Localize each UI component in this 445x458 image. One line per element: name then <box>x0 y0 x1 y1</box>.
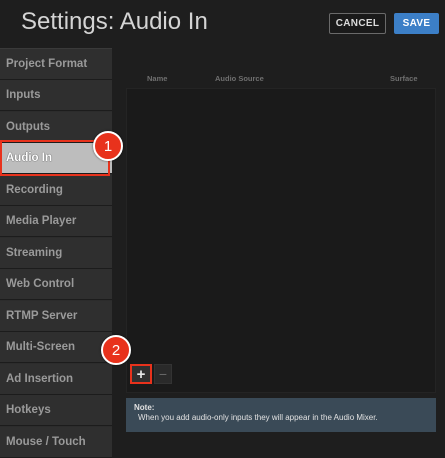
callout-badge-2: 2 <box>101 335 131 365</box>
minus-icon: − <box>158 366 168 382</box>
sidebar-item-ad-insertion[interactable]: Ad Insertion <box>0 364 112 395</box>
sidebar-item-label: Recording <box>6 184 63 196</box>
sidebar-item-multi-screen[interactable]: Multi-Screen <box>0 332 112 363</box>
sidebar-item-label: Project Format <box>6 58 88 70</box>
callout-badge-1: 1 <box>93 131 123 161</box>
sidebar-item-media-player[interactable]: Media Player <box>0 206 112 237</box>
note-box: Note: When you add audio-only inputs the… <box>126 398 436 432</box>
sidebar-item-project-format[interactable]: Project Format <box>0 49 112 80</box>
audio-inputs-list[interactable] <box>126 88 436 393</box>
sidebar-item-inputs[interactable]: Inputs <box>0 80 112 111</box>
add-audio-input-button[interactable]: + <box>130 364 152 384</box>
column-header-audio-source: Audio Source <box>215 74 264 83</box>
cancel-button[interactable]: CANCEL <box>329 13 386 34</box>
sidebar-item-label: Audio In <box>6 152 52 164</box>
sidebar-item-label: Media Player <box>6 215 77 227</box>
note-label: Note: <box>134 403 155 412</box>
sidebar-item-label: Ad Insertion <box>6 373 74 385</box>
sidebar-item-mouse-touch[interactable]: Mouse / Touch <box>0 427 112 458</box>
sidebar-item-hotkeys[interactable]: Hotkeys <box>0 395 112 426</box>
sidebar-item-label: Inputs <box>6 89 41 101</box>
remove-audio-input-button[interactable]: − <box>154 364 172 384</box>
sidebar-item-label: Multi-Screen <box>6 341 76 353</box>
sidebar-item-label: Web Control <box>6 278 75 290</box>
sidebar-item-streaming[interactable]: Streaming <box>0 238 112 269</box>
sidebar-item-recording[interactable]: Recording <box>0 175 112 206</box>
save-button[interactable]: SAVE <box>394 13 439 34</box>
header: Settings: Audio In CANCEL SAVE <box>0 0 445 48</box>
column-header-surface: Surface <box>390 74 418 83</box>
note-text: When you add audio-only inputs they will… <box>138 413 378 422</box>
sidebar-item-label: Hotkeys <box>6 404 51 416</box>
page-title: Settings: Audio In <box>21 8 208 35</box>
sidebar-item-label: RTMP Server <box>6 310 78 322</box>
sidebar-item-label: Outputs <box>6 121 51 133</box>
column-header-name: Name <box>147 74 168 83</box>
audio-in-panel: Name Audio Source Surface + − Note: When… <box>112 48 445 455</box>
sidebar-item-rtmp-server[interactable]: RTMP Server <box>0 301 112 332</box>
plus-icon: + <box>136 365 146 383</box>
settings-sidebar: Project Format Inputs Outputs Audio In R… <box>0 48 112 458</box>
sidebar-item-web-control[interactable]: Web Control <box>0 269 112 300</box>
sidebar-item-label: Mouse / Touch <box>6 436 86 448</box>
sidebar-item-label: Streaming <box>6 247 63 259</box>
